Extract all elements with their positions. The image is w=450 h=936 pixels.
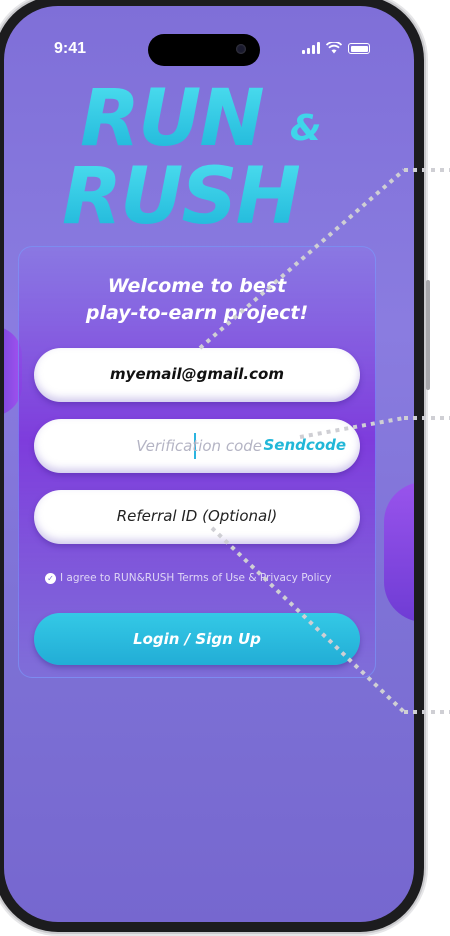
decorative-ribbon — [384, 482, 414, 622]
login-signup-button[interactable]: Login / Sign Up — [34, 613, 360, 665]
verification-code-field[interactable]: Verification code Sendcode — [34, 419, 360, 473]
check-circle-icon[interactable]: ✓ — [45, 572, 56, 584]
phone-side-button — [426, 280, 430, 390]
logo-line2: RUSH — [62, 152, 301, 242]
camera-icon — [236, 44, 246, 54]
referral-id-field[interactable]: Referral ID (Optional) — [34, 490, 360, 544]
referral-placeholder: Referral ID (Optional) — [116, 507, 278, 525]
logo-line1: RUN — [80, 74, 265, 164]
login-card: Welcome to best play-to-earn project! my… — [18, 246, 376, 678]
status-bar: 9:41 — [4, 34, 414, 66]
welcome-title: Welcome to best play-to-earn project! — [19, 273, 375, 327]
signal-icon — [302, 42, 320, 54]
terms-text: I agree to RUN&RUSH Terms of Use & Priva… — [60, 572, 332, 584]
wifi-icon — [326, 42, 342, 54]
battery-icon — [348, 43, 370, 54]
welcome-title-line1: Welcome to best — [107, 275, 287, 297]
email-value: myemail@gmail.com — [110, 365, 284, 383]
screen: 9:41 RUN & RUSH Welcome to best play-to-… — [4, 6, 414, 922]
email-field[interactable]: myemail@gmail.com — [34, 348, 360, 402]
phone-frame: 9:41 RUN & RUSH Welcome to best play-to-… — [0, 0, 424, 932]
run-and-rush-logo: RUN & RUSH — [62, 74, 362, 242]
logo-ampersand: & — [290, 108, 322, 149]
verification-placeholder: Verification code — [136, 437, 262, 455]
status-time: 9:41 — [54, 40, 87, 57]
dynamic-island — [148, 34, 260, 66]
welcome-title-line2: play-to-earn project! — [85, 302, 309, 324]
send-code-button[interactable]: Sendcode — [264, 436, 347, 454]
terms-agreement[interactable]: ✓ I agree to RUN&RUSH Terms of Use & Pri… — [45, 572, 331, 584]
status-icons — [302, 42, 370, 54]
